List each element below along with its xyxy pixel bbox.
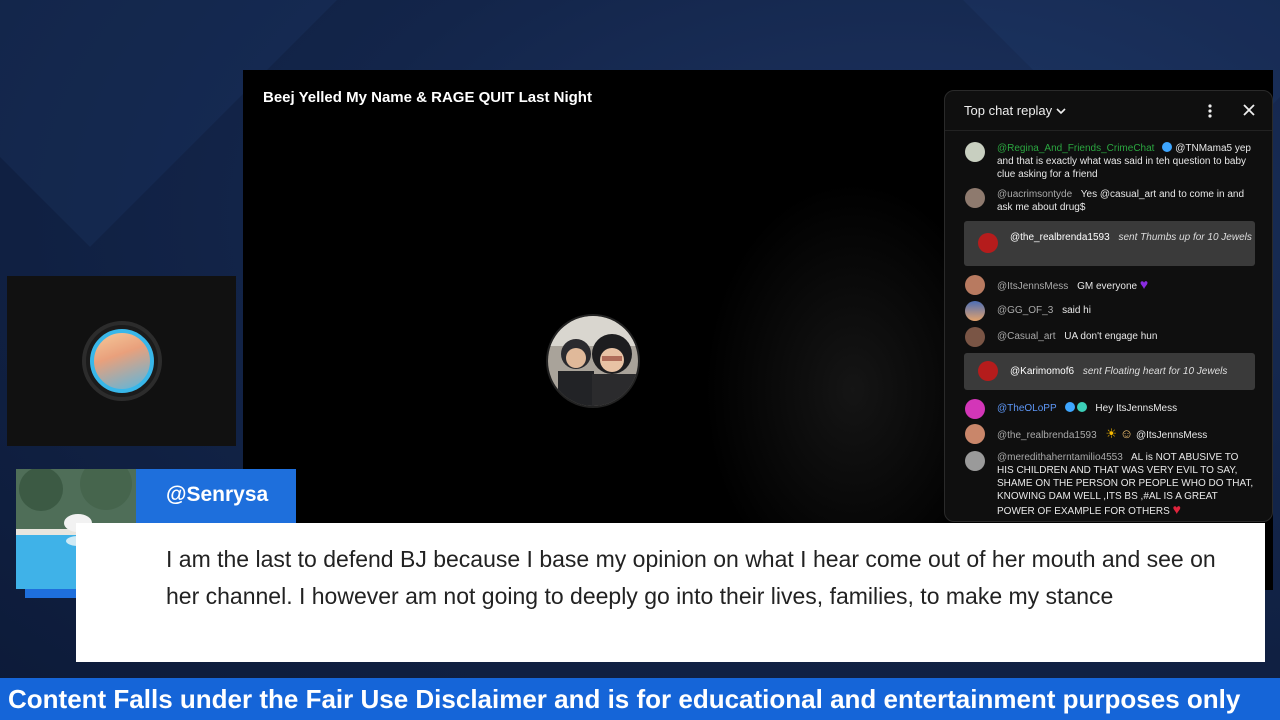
red-heart-icon: ♥ [1172,501,1181,517]
avatar [965,451,985,471]
chevron-down-icon[interactable] [1055,104,1067,122]
chat-message: @meredithaherntamilio4553 AL is NOT ABUS… [965,451,1255,518]
chat-text: GM everyone [1077,281,1138,292]
chat-text: UA don't engage hun [1064,331,1158,342]
live-chat-panel[interactable]: Top chat replay @Regina_And_Friends_Crim… [944,90,1273,522]
logo-image [90,329,154,393]
chat-message: @Regina_And_Friends_CrimeChat @TNMama5 y… [965,142,1255,181]
avatar [978,361,998,381]
featured-comment: I am the last to defend BJ because I bas… [76,523,1265,662]
avatar [965,301,985,321]
chat-message: @uacrimsontyde Yes @casual_art and to co… [965,188,1255,214]
avatar [978,233,998,253]
video-title[interactable]: Beej Yelled My Name & RAGE QUIT Last Nig… [263,89,592,106]
comment-text: I am the last to defend BJ because I bas… [166,546,1216,609]
gift-author[interactable]: @Karimomof6 [1010,366,1074,377]
chat-text: said hi [1062,305,1091,316]
member-badge-icon [1076,402,1087,412]
chat-message: @TheOLoPP Hey ItsJennsMess [965,399,1255,419]
more-vert-icon[interactable] [1207,103,1213,124]
close-icon[interactable] [1242,103,1256,122]
channel-logo-panel [7,276,236,446]
purple-heart-icon: ♥ [1139,276,1149,292]
chat-text: @ItsJennsMess [1135,430,1208,441]
chat-author[interactable]: @GG_OF_3 [997,305,1053,316]
chat-author[interactable]: @the_realbrenda1593 [997,430,1097,441]
channel-avatar [546,314,640,408]
channel-logo [82,321,162,401]
disclaimer-text: Content Falls under the Fair Use Disclai… [8,684,1241,714]
chat-mode-label[interactable]: Top chat replay [964,103,1052,118]
gift-author[interactable]: @the_realbrenda1593 [1010,232,1110,243]
face-emoji-icon: ☺ [1119,426,1134,441]
chat-message: @ItsJennsMess GM everyone ♥ [965,275,1255,295]
commenter-username: @Senrysa [166,483,269,506]
avatar [965,327,985,347]
verified-badge-icon [1162,142,1173,152]
chat-message: @GG_OF_3 said hi [965,301,1255,321]
gift-message: @the_realbrenda1593 sent Thumbs up for 1… [964,221,1255,266]
chat-message: @the_realbrenda1593 ☀ ☺ @ItsJennsMess [965,424,1255,444]
chat-header: Top chat replay [945,91,1272,131]
sun-emoji-icon: ☀ [1105,426,1118,441]
chat-author[interactable]: @ItsJennsMess [997,281,1068,292]
avatar [965,424,985,444]
chat-author[interactable]: @Casual_art [997,331,1056,342]
avatar [965,399,985,419]
chat-message: @Casual_art UA don't engage hun [965,327,1255,347]
commenter-name-tag: @Senrysa [136,469,296,525]
chat-author[interactable]: @meredithaherntamilio4553 [997,452,1123,463]
gift-message: @Karimomof6 sent Floating heart for 10 J… [964,353,1255,390]
avatar [965,188,985,208]
avatar [965,275,985,295]
chat-author[interactable]: @TheOLoPP [997,403,1057,414]
chat-author[interactable]: @uacrimsontyde [997,189,1072,200]
disclaimer-banner: Content Falls under the Fair Use Disclai… [0,678,1280,720]
gift-text: sent Floating heart for 10 Jewels [1082,366,1228,377]
moderator-badge-icon [1064,402,1075,412]
gift-text: sent Thumbs up for 10 Jewels [1118,232,1252,243]
avatar [965,142,985,162]
chat-text: Hey ItsJennsMess [1095,403,1178,414]
chat-author[interactable]: @Regina_And_Friends_CrimeChat [997,143,1154,154]
